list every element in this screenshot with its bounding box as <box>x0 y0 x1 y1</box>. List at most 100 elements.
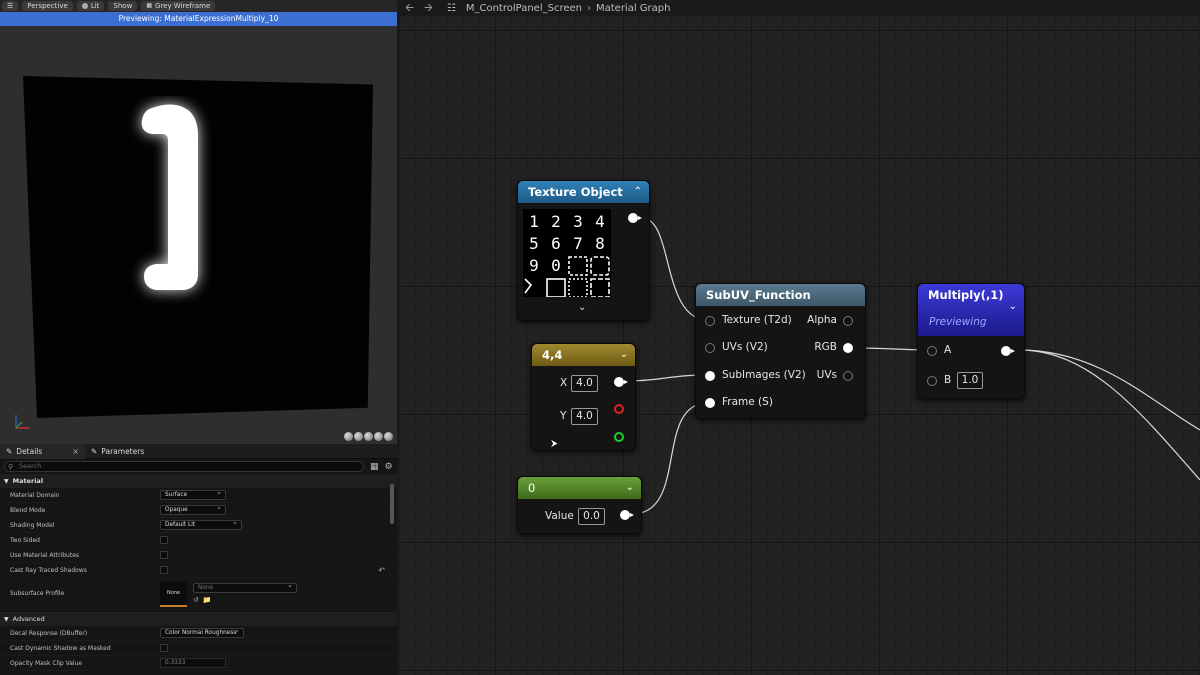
opacity-mask-clip-row: Opacity Mask Clip Value 0.3333 <box>0 656 397 671</box>
lit-icon <box>81 3 88 9</box>
use-selected-icon[interactable]: ↺ <box>193 596 199 604</box>
decal-response-label: Decal Response (DBuffer) <box>10 629 88 637</box>
multiply-node[interactable]: Multiply(,1) ⌄ Previewing A B 1.0 <box>917 283 1025 399</box>
advanced-section-label: Advanced <box>12 615 45 623</box>
vector2-node[interactable]: 4,4 ⌄ X 4.0 Y 4.0 ⮞ <box>531 343 636 451</box>
glowing-digit-one <box>141 104 198 290</box>
lit-label: Lit <box>90 2 100 10</box>
collapse-chevron-icon[interactable]: ⌄ <box>620 344 628 366</box>
subsurface-profile-dropdown[interactable]: None <box>193 581 297 593</box>
multiply-b-input-pin[interactable] <box>927 376 937 386</box>
advanced-section-header[interactable]: ▼ Advanced <box>0 612 397 626</box>
tab-parameters[interactable]: ✎ Parameters <box>85 444 150 459</box>
material-domain-dropdown[interactable]: Surface <box>160 488 226 500</box>
shading-model-label: Shading Model <box>10 521 55 529</box>
vector2-x-label: X <box>560 377 568 389</box>
subuv-function-node[interactable]: SubUV_Function Texture (T2d) UVs (V2) Su… <box>695 283 866 419</box>
collapse-chevron-icon[interactable]: ⌃ <box>634 181 642 203</box>
scalar-value-input[interactable]: 0.0 <box>578 508 605 525</box>
use-material-attributes-checkbox[interactable] <box>160 551 168 559</box>
subuv-uvs-output-pin[interactable] <box>843 371 853 381</box>
cylinder-preview-icon[interactable] <box>344 432 353 441</box>
vector2-r-output-pin[interactable] <box>614 404 624 414</box>
material-preview-viewport[interactable] <box>0 26 397 444</box>
subuv-uvs-input-pin[interactable] <box>705 343 715 353</box>
scalar-node[interactable]: 0 ⌄ Value 0.0 <box>517 476 642 534</box>
subsurface-profile-row: Subsurface Profile None None ↺ 📁 <box>0 578 397 610</box>
mesh-preview-icon[interactable] <box>384 432 393 441</box>
shading-model-dropdown[interactable]: Default Lit <box>160 518 242 530</box>
two-sided-checkbox[interactable] <box>160 536 168 544</box>
subuv-alpha-output-pin[interactable] <box>843 316 853 326</box>
vector2-x-input[interactable]: 4.0 <box>571 375 598 392</box>
vector2-g-output-pin[interactable] <box>614 432 624 442</box>
tex-glyph-1: 1 <box>529 212 539 231</box>
pencil-icon: ✎ <box>91 446 98 456</box>
cast-dynamic-shadow-label: Cast Dynamic Shadow as Masked <box>10 644 111 652</box>
multiply-a-input-pin[interactable] <box>927 346 937 356</box>
subuv-frame-input-pin[interactable] <box>705 398 715 408</box>
material-domain-row: Material Domain Surface <box>0 488 397 503</box>
close-icon[interactable]: × <box>72 447 79 456</box>
preview-shape-buttons <box>344 432 393 441</box>
two-sided-row: Two Sided <box>0 533 397 548</box>
multiply-previewing-label: Previewing <box>929 316 987 328</box>
viewport-menu-button[interactable]: ☰ <box>2 1 19 11</box>
axis-gizmo-icon <box>15 415 30 429</box>
sphere-preview-icon[interactable] <box>354 432 363 441</box>
vector2-output-pin[interactable] <box>614 377 628 387</box>
gear-icon[interactable]: ⚙ <box>385 462 393 472</box>
cast-ray-traced-shadows-checkbox[interactable] <box>160 566 168 574</box>
search-input[interactable]: ⚲ Search <box>4 461 364 472</box>
decal-response-dropdown[interactable]: Color Normal Roughness <box>160 626 244 638</box>
material-section-header[interactable]: ▼ Material <box>0 474 397 488</box>
texture-output-pin[interactable] <box>628 213 642 223</box>
cube-preview-icon[interactable] <box>374 432 383 441</box>
tex-glyph-2: 2 <box>551 212 561 231</box>
expand-chevron-icon[interactable]: ⌄ <box>578 302 586 313</box>
tex-glyph-8: 8 <box>595 234 605 253</box>
blend-mode-dropdown[interactable]: Opaque <box>160 503 226 515</box>
scalar-header: 0 ⌄ <box>518 477 641 499</box>
multiply-output-pin[interactable] <box>1001 346 1015 356</box>
collapse-chevron-icon[interactable]: ⌄ <box>626 477 634 499</box>
shading-model-row: Shading Model Default Lit <box>0 518 397 533</box>
wire-scalar-to-frame <box>631 402 709 515</box>
subuv-texture-input-pin[interactable] <box>705 316 715 326</box>
perspective-button[interactable]: Perspective <box>22 1 73 11</box>
plane-preview-icon[interactable] <box>364 432 373 441</box>
tab-parameters-label: Parameters <box>101 446 145 456</box>
tex-glyph-4: 4 <box>595 212 605 231</box>
search-icon: ⚲ <box>8 463 14 471</box>
tex-glyph-7: 7 <box>573 234 583 253</box>
scalar-title: 0 <box>528 481 536 495</box>
opacity-mask-clip-input[interactable]: 0.3333 <box>160 658 226 668</box>
scalar-output-pin[interactable] <box>620 510 634 520</box>
multiply-b-label: B <box>944 374 952 386</box>
collapse-chevron-icon[interactable]: ⌄ <box>1009 296 1017 318</box>
multiply-header: Multiply(,1) ⌄ Previewing <box>918 284 1024 336</box>
subuv-rgb-output-pin[interactable] <box>843 343 853 353</box>
subsurface-thumbnail[interactable]: None <box>160 580 187 607</box>
subuv-subimages-input-label: SubImages (V2) <box>722 369 806 381</box>
browse-folder-icon[interactable]: 📁 <box>203 596 212 604</box>
hamburger-icon: ☰ <box>7 2 14 10</box>
tex-glyph-5: 5 <box>529 234 539 253</box>
previewing-banner: Previewing: MaterialExpressionMultiply_1… <box>0 12 397 26</box>
grey-wireframe-button[interactable]: ▦ Grey Wireframe <box>141 1 216 11</box>
subuv-subimages-input-pin[interactable] <box>705 371 715 381</box>
vector2-y-input[interactable]: 4.0 <box>571 408 598 425</box>
cast-dynamic-shadow-checkbox[interactable] <box>160 644 168 652</box>
material-graph-canvas[interactable]: 🡨 🡪 ☷ M_ControlPanel_Screen › Material G… <box>399 0 1200 675</box>
details-scrollbar[interactable] <box>390 484 394 524</box>
use-material-attributes-label: Use Material Attributes <box>10 551 80 559</box>
show-button[interactable]: Show <box>108 1 138 11</box>
tab-details[interactable]: ✎ Details × <box>0 443 85 459</box>
tex-glyph-0: 0 <box>551 256 561 275</box>
lit-button[interactable]: Lit <box>76 1 105 11</box>
texture-object-node[interactable]: Texture Object ⌃ 1 2 3 4 5 6 7 8 9 0 ⌄ <box>517 180 650 321</box>
details-search-row: ⚲ Search ▦ ⚙ <box>0 459 397 474</box>
grid-view-icon[interactable]: ▦ <box>370 462 379 472</box>
reset-arrow-icon[interactable]: ↶ <box>378 566 385 575</box>
multiply-b-input[interactable]: 1.0 <box>957 372 983 389</box>
